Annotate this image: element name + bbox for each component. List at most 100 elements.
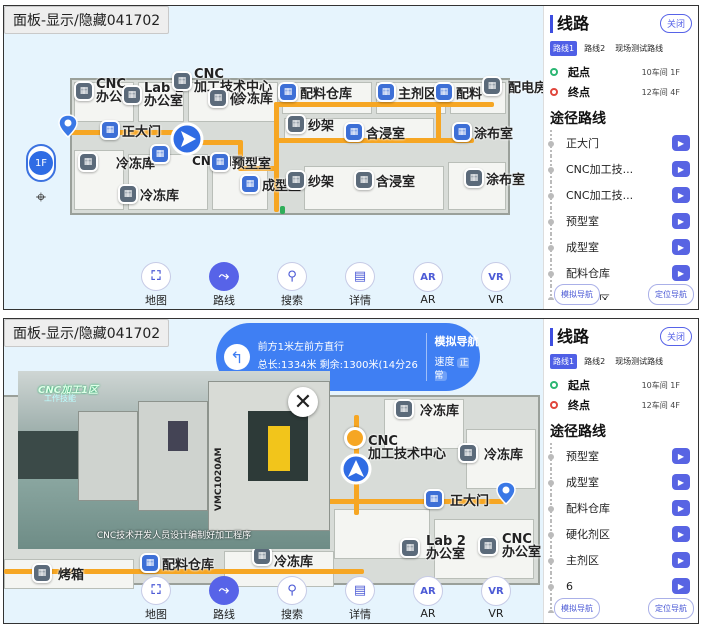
simulate-nav-button[interactable]: 模拟导航 — [554, 598, 600, 619]
start-point-row[interactable]: 起点 10车间 1F — [544, 62, 698, 82]
route-icon: ⤳ — [209, 576, 239, 605]
close-icon[interactable]: ✕ — [288, 387, 318, 417]
route-item[interactable]: 成型室 ▶ — [548, 469, 698, 495]
video-machine-panel — [168, 421, 188, 451]
route-item[interactable]: 硬化剂区▶ — [548, 521, 698, 547]
poi-coating-room-2[interactable]: ▦ 涂布室 — [464, 168, 525, 188]
poi-cold-storage[interactable]: ▦ 冷冻库 — [394, 399, 459, 419]
poi-preform[interactable]: ▦ 预型室 — [210, 152, 271, 172]
video-camera-icon[interactable]: ▶ — [672, 474, 690, 490]
locate-nav-button[interactable]: 定位导航 — [648, 598, 694, 619]
tool-ar[interactable]: AR AR — [398, 576, 458, 622]
video-camera-icon[interactable]: ▶ — [672, 265, 690, 281]
building-icon: ▦ — [452, 122, 472, 142]
route-video-player[interactable]: CNC加工1区 工作技能 VMC1020AM CNC技术开发人员设计编制好加工程… — [18, 371, 330, 549]
tool-map[interactable]: ⛶ 地图 — [126, 576, 186, 622]
tab-route-1[interactable]: 路线1 — [550, 354, 578, 369]
tab-route-1[interactable]: 路线1 — [550, 41, 578, 56]
floor-map[interactable]: 面板-显示/隐藏041702 ▦CNC 办公室 ▦Lab 2 办公室 ▦CNC … — [4, 6, 544, 309]
close-button[interactable]: 关闭 — [659, 14, 692, 33]
video-camera-icon[interactable]: ▶ — [672, 526, 690, 542]
video-camera-icon[interactable]: ▶ — [672, 239, 690, 255]
poi-oven[interactable]: ▦ 烤箱 — [32, 563, 84, 583]
route-item[interactable]: 配料仓库 ▶ — [548, 495, 698, 521]
video-camera-icon[interactable]: ▶ — [672, 578, 690, 594]
poi-main-agent[interactable]: ▦ 主剂区 — [376, 82, 437, 102]
simulate-nav-button[interactable]: 模拟导航 — [554, 284, 600, 305]
poi-cold-storage-2[interactable]: ▦ 冷冻库 — [78, 152, 155, 172]
route-item[interactable]: 成型室 ▶ — [548, 234, 698, 260]
panel-toggle-title[interactable]: 面板-显示/隐藏041702 — [4, 6, 170, 34]
route-tabs: 路线1 路线2 现场测试路线 — [544, 346, 698, 369]
poi-dip-room-2[interactable]: ▦ 含浸室 — [354, 170, 415, 190]
tool-detail[interactable]: ▤ 详情 — [330, 262, 390, 308]
video-camera-icon[interactable]: ▶ — [672, 500, 690, 516]
poi-cold-storage[interactable]: 冷冻库 — [232, 88, 273, 107]
route-item[interactable]: 配料仓库 ▶ — [548, 260, 698, 286]
tab-route-2[interactable]: 路线2 — [581, 354, 608, 369]
route-item[interactable]: 正大门 ▶ — [548, 130, 698, 156]
route-item[interactable]: CNC加工技... ▶ — [548, 182, 698, 208]
simulate-nav-label[interactable]: 模拟导航 — [435, 333, 480, 349]
end-point-row[interactable]: 终点 12车间 4F — [544, 395, 698, 415]
poi-material-2[interactable]: ▦ 配料 — [434, 82, 482, 102]
video-camera-icon[interactable]: ▶ — [672, 187, 690, 203]
tool-ar[interactable]: AR AR — [398, 262, 458, 308]
locate-me-icon[interactable]: ⌖ — [30, 186, 52, 208]
poi-dip-room[interactable]: ▦ 含浸室 — [344, 122, 405, 142]
tool-map[interactable]: ⛶ 地图 — [126, 262, 186, 308]
tab-route-2[interactable]: 路线2 — [581, 41, 608, 56]
route-segment — [274, 102, 494, 107]
poi-cnc-office[interactable]: ▦ CNC 办公室 — [478, 533, 541, 559]
poi-main-gate[interactable]: ▦ 正大门 — [100, 120, 161, 140]
route-item[interactable]: 预型室 ▶ — [548, 443, 698, 469]
poi-coating-room[interactable]: ▦ 涂布室 — [452, 122, 513, 142]
tool-search[interactable]: ⚲ 搜索 — [262, 576, 322, 622]
tab-field-test[interactable]: 现场测试路线 — [612, 41, 666, 56]
poi-cnc-process[interactable]: ▦ — [150, 144, 170, 164]
bottom-toolbar: ⛶ 地图 ⤳ 路线 ⚲ 搜索 ▤ 详情 AR AR VR VR — [126, 576, 526, 622]
poi-yarn-rack-2[interactable]: ▦ 纱架 — [286, 170, 334, 190]
floor-selector-button[interactable]: 1F — [26, 144, 56, 182]
tab-field-test[interactable]: 现场测试路线 — [612, 354, 666, 369]
vr-icon: VR — [481, 576, 511, 606]
detail-icon: ▤ — [345, 262, 375, 291]
poi-material-warehouse[interactable]: ▦ 配料仓库 — [140, 553, 214, 573]
panel-toggle-title[interactable]: 面板-显示/隐藏041702 — [4, 319, 170, 347]
poi-material-warehouse[interactable]: ▦ 配料仓库 — [278, 82, 352, 102]
speed-control[interactable]: 速度 正常 — [434, 353, 480, 381]
poi-lab2[interactable]: ▦Lab 2 办公室 — [400, 535, 466, 561]
poi-main-gate[interactable]: ▦ 正大门 — [424, 489, 489, 509]
close-button[interactable]: 关闭 — [659, 327, 692, 346]
end-point-row[interactable]: 终点 12车间 4F — [544, 82, 698, 102]
poi-cold-storage-3[interactable]: ▦ 冷冻库 — [118, 184, 179, 204]
building-icon: ▦ — [394, 399, 414, 419]
route-item[interactable]: 6 ▶ — [548, 573, 698, 599]
route-item[interactable]: 主剂区 ▶ — [548, 547, 698, 573]
locate-nav-button[interactable]: 定位导航 — [648, 284, 694, 305]
video-camera-icon[interactable]: ▶ — [672, 161, 690, 177]
tool-route[interactable]: ⤳ 路线 — [194, 576, 254, 622]
tool-route[interactable]: ⤳ 路线 — [194, 262, 254, 308]
tool-search[interactable]: ⚲ 搜索 — [262, 262, 322, 308]
start-point-pin-icon — [58, 114, 78, 138]
poi-yarn-rack[interactable]: ▦ 纱架 — [286, 114, 334, 134]
poi-cold-storage-2[interactable]: ▦ 冷冻库 — [458, 443, 523, 463]
building-icon: ▦ — [118, 184, 138, 204]
video-camera-icon[interactable]: ▶ — [672, 552, 690, 568]
building-icon: ▦ — [344, 122, 364, 142]
route-item[interactable]: CNC加工技... ▶ — [548, 156, 698, 182]
start-point-row[interactable]: 起点 10车间 1F — [544, 375, 698, 395]
tool-vr[interactable]: VR VR — [466, 262, 526, 308]
floor-map[interactable]: 面板-显示/隐藏041702 ▦ 冷冻库 CNC 加工技术中心 ▦ 冷冻库 ▦ 正大门… — [4, 319, 544, 623]
video-camera-icon[interactable]: ▶ — [672, 213, 690, 229]
route-section-title: 途径路线 — [550, 424, 606, 440]
tool-vr[interactable]: VR VR — [466, 576, 526, 622]
video-camera-icon[interactable]: ▶ — [672, 448, 690, 464]
poi-power-room[interactable]: ▦ 配电房 — [482, 76, 544, 96]
end-dot-icon — [550, 401, 558, 409]
tool-detail[interactable]: ▤ 详情 — [330, 576, 390, 622]
route-item[interactable]: 预型室 ▶ — [548, 208, 698, 234]
video-camera-icon[interactable]: ▶ — [672, 135, 690, 151]
route-list: 正大门 ▶ CNC加工技... ▶ CNC加工技... ▶ 预型室 ▶ 成型室 ▶ 配料仓… — [544, 130, 698, 300]
